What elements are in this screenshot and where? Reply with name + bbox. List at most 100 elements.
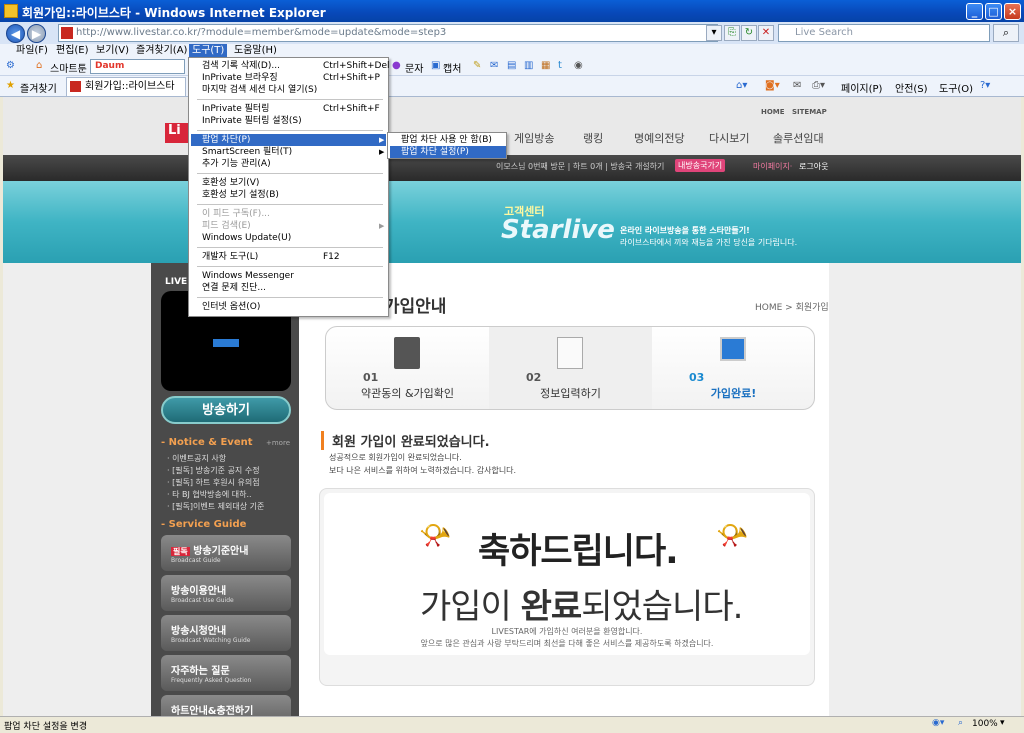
submenu-arrow-icon: ▶ [379,222,385,230]
menu-item-shortcut: Ctrl+Shift+F [323,104,380,114]
zoom-dropdown-icon[interactable]: ▾ [1000,718,1005,728]
nav-replay[interactable]: 다시보기 [709,130,749,146]
notice-item[interactable]: · 타 BJ 협박방송에 대하.. [167,489,252,500]
logout-link[interactable]: 로그아웃 [799,161,828,172]
menu-item-popup-blocker[interactable]: 팝업 차단(P) ▶ [191,134,386,146]
menu-edit[interactable]: 편집(E) [53,44,92,58]
guide-subtitle: Broadcast Watching Guide [171,637,251,644]
safety-menu[interactable]: 안전(S) [895,80,928,95]
message-icon[interactable]: ● [392,60,401,71]
step-complete: 03 가입완료! [652,327,815,409]
notice-item[interactable]: · [필독]이벤트 제외대상 기준 [167,501,264,512]
twitter-icon[interactable]: t [558,60,562,71]
favorites-button[interactable]: 즐겨찾기 [20,80,57,95]
stop-icon[interactable]: ✕ [758,25,774,41]
notice-item[interactable]: · [필독] 하트 후원시 유의점 [167,477,260,488]
tools-command-menu[interactable]: 도구(O) [939,80,973,95]
address-input[interactable]: http://www.livestar.co.kr/?module=member… [58,24,718,42]
menu-item-inprivate-filtering[interactable]: InPrivate 필터링 Ctrl+Shift+F [191,103,386,115]
guide-faq[interactable]: 자주하는 질문 Frequently Asked Question [161,655,291,691]
search-input[interactable]: Live Search [778,24,990,42]
read-mail-icon[interactable]: ✉ [793,80,801,91]
guide-broadcast-standard[interactable]: 필독 방송기준안내 Broadcast Guide [161,535,291,571]
protected-mode-icon[interactable]: ◉▾ [932,718,944,728]
favorites-star-icon[interactable]: ★ [6,80,15,91]
menu-tools[interactable]: 도구(T) [189,44,228,58]
home-link[interactable]: HOME [761,108,785,116]
menu-item-label: 추가 기능 관리(A) [202,159,271,169]
menu-item-compat-view[interactable]: 호환성 보기(V) [191,177,386,189]
toolbar-gear-icon[interactable]: ⚙ [6,60,15,71]
browser-tab[interactable]: 회원가입::라이브스타 [66,77,186,96]
help-icon[interactable]: ?▾ [980,80,990,91]
submenu-arrow-icon: ▶ [379,136,385,144]
guide-watching[interactable]: 방송시청안내 Broadcast Watching Guide [161,615,291,651]
nav-game[interactable]: 게임방송 [514,130,554,146]
notice-item[interactable]: · [필독] 방송기준 공지 수정 [167,465,260,476]
menu-item-popup-blocker-settings[interactable]: 팝업 차단 설정(P) [390,146,506,158]
broadcast-button[interactable]: 방송하기 [161,396,291,424]
munja-link[interactable]: 문자 [405,60,423,75]
tab-favicon [70,81,81,92]
menu-item-delete-history[interactable]: 검색 기록 삭제(D)... Ctrl+Shift+Del [191,60,390,72]
my-broadcast-button[interactable]: 내방송국가기 [675,159,726,172]
menu-view[interactable]: 보기(V) [93,44,132,58]
print-small-icon[interactable]: ▥ [524,60,533,71]
menu-item-shortcut: Ctrl+Shift+Del [323,61,390,71]
minimize-button[interactable]: _ [966,3,983,20]
nav-solution[interactable]: 솔루션임대 [773,130,824,146]
back-icon[interactable]: ◀ [6,24,25,43]
pen-icon[interactable]: ✎ [473,60,481,71]
menu-item-smartscreen[interactable]: SmartScreen 필터(T) ▶ [191,146,386,158]
maximize-button[interactable]: □ [985,3,1002,20]
zoom-level[interactable]: 100% [972,719,998,729]
site-header: Li HOME SITEMAP 게임방송 랭킹 명예의전당 다시보기 솔루션임대… [3,97,1021,181]
menu-item-reopen-session[interactable]: 마지막 검색 세션 다시 열기(S) [191,84,386,96]
zoom-icon[interactable]: ⌕ [958,718,963,728]
menu-item-developer-tools[interactable]: 개발자 도구(L) F12 [191,251,386,263]
settings-icon[interactable]: ◉ [574,60,583,71]
menu-item-inprivate-browsing[interactable]: InPrivate 브라우징 Ctrl+Shift+P [191,72,386,84]
nav-hall-of-fame[interactable]: 명예의전당 [634,130,685,146]
compatibility-icon[interactable]: ⎘ [724,25,740,41]
home-icon[interactable]: ⌂ [36,60,42,71]
menu-item-compat-settings[interactable]: 호환성 보기 설정(B) [191,189,386,201]
guide-heart[interactable]: 하트안내&충전하기 [161,695,291,716]
smarttoon-link[interactable]: 스마트툰 [50,60,87,75]
notice-item[interactable]: · 이벤트공지 사항 [167,453,226,464]
menu-item-messenger[interactable]: Windows Messenger [191,270,386,282]
menu-item-manage-addons[interactable]: 추가 기능 관리(A) [191,158,386,170]
menu-item-internet-options[interactable]: 인터넷 옵션(O) [191,301,386,313]
page-menu[interactable]: 페이지(P) [841,80,882,95]
search-icon[interactable]: ⌕ [993,24,1019,42]
menu-favorites[interactable]: 즐겨찾기(A) [133,44,190,58]
refresh-icon[interactable]: ↻ [741,25,757,41]
menu-item-disable-popup-blocker[interactable]: 팝업 차단 사용 안 함(B) [390,134,506,146]
capture-icon[interactable]: ▣ [431,60,440,71]
mypage-link[interactable]: 마이페이지· [753,161,792,172]
sitemap-link[interactable]: SITEMAP [792,108,827,116]
window-title-bar[interactable]: 회원가입::라이브스타 - Windows Internet Explorer … [0,0,1024,22]
menu-item-diagnose[interactable]: 연결 문제 진단... [191,282,386,294]
menu-item-inprivate-settings[interactable]: InPrivate 필터링 설정(S) [191,115,386,127]
address-dropdown-icon[interactable]: ▾ [706,25,722,41]
mail-icon[interactable]: ✉ [490,60,498,71]
home-page-icon[interactable]: ⌂▾ [736,80,747,91]
guide-broadcast-use[interactable]: 방송이용안내 Broadcast Use Guide [161,575,291,611]
more-link[interactable]: +more [266,439,290,447]
menu-file[interactable]: 파일(F) [13,44,51,58]
save-icon[interactable]: ▤ [507,60,516,71]
menu-help[interactable]: 도움말(H) [231,44,280,58]
menu-item-label: InPrivate 필터링 설정(S) [202,116,302,126]
capture-link[interactable]: 캡처 [443,60,461,75]
folder-icon[interactable]: ▦ [541,60,550,71]
menu-item-label: 호환성 보기 설정(B) [202,190,279,200]
print-icon[interactable]: ⎙▾ [812,80,825,91]
nav-ranking[interactable]: 랭킹 [583,130,603,146]
forward-icon[interactable]: ▶ [27,24,46,43]
close-button[interactable]: × [1004,3,1021,20]
guide-title: 방송시청안내 [171,626,227,637]
feed-icon[interactable]: ◙▾ [765,80,780,91]
daum-search-box[interactable]: Daum [90,59,185,74]
menu-item-windows-update[interactable]: Windows Update(U) [191,232,386,244]
